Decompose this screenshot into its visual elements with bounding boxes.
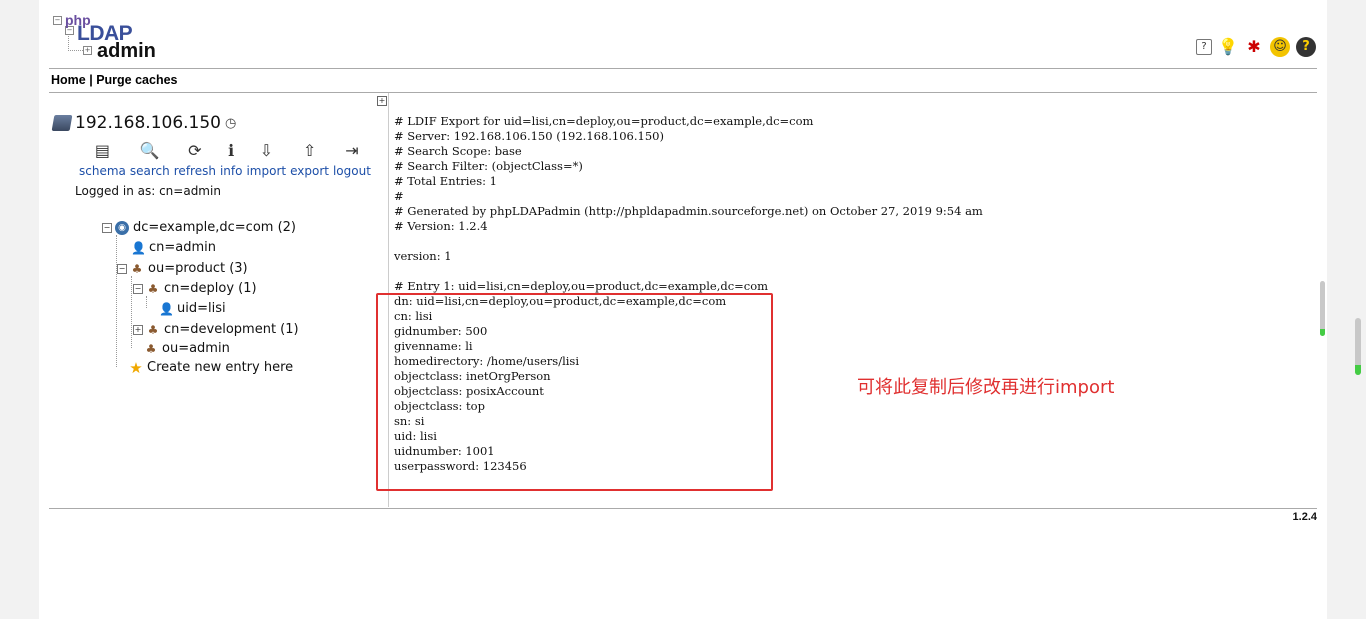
server-name[interactable]: 192.168.106.150: [75, 113, 221, 133]
highlight-box: [376, 293, 773, 491]
menu-separator: |: [89, 73, 93, 87]
tree-node-label: ou=product (3): [148, 261, 248, 276]
logout-button[interactable]: ⇥ logout: [333, 141, 371, 178]
logo-plus-icon: +: [83, 46, 92, 55]
ldif-line: # Search Filter: (objectClass=*): [394, 159, 583, 173]
smile-icon[interactable]: ☺: [1270, 37, 1290, 57]
tree-guide: [131, 276, 132, 348]
phpldapadmin-logo[interactable]: − − + php LDAP admin: [53, 12, 163, 62]
user-icon: 👤: [159, 301, 174, 316]
refresh-button[interactable]: ⟳ refresh: [174, 141, 216, 178]
refresh-label: refresh: [173, 164, 216, 178]
organizational-unit-icon: ♣: [131, 261, 143, 276]
tree-node-label: cn=deploy (1): [164, 281, 257, 296]
server-icon: [51, 115, 73, 131]
version-label: 1.2.4: [1292, 511, 1317, 523]
tree-node-ou-product[interactable]: − ♣ ou=product (3): [117, 261, 248, 276]
search-icon: 🔍: [139, 141, 160, 160]
ldif-line: # Server: 192.168.106.150 (192.168.106.1…: [394, 129, 664, 143]
ldif-line: #: [394, 189, 404, 203]
export-icon: ⇧: [302, 141, 317, 160]
help-icon[interactable]: ?: [1196, 39, 1212, 55]
logout-label: logout: [332, 164, 371, 178]
schema-icon: ▤: [94, 141, 110, 160]
import-label: import: [246, 164, 287, 178]
ldif-line: # Search Scope: base: [394, 144, 522, 158]
group-icon: ♣: [147, 322, 159, 337]
tree-node-uid-lisi[interactable]: 👤 uid=lisi: [159, 301, 226, 316]
search-button[interactable]: 🔍 search: [130, 141, 170, 178]
logo-minus-icon: −: [53, 16, 62, 25]
export-label: export: [290, 164, 329, 178]
ldif-line: # Total Entries: 1: [394, 174, 497, 188]
page: − − + php LDAP admin ? 💡 ✱ ☺ ? Home | Pu…: [39, 0, 1327, 619]
info-icon: ℹ: [228, 141, 235, 160]
info-button[interactable]: ℹ info: [220, 141, 243, 178]
ldif-line: # Generated by phpLDAPadmin (http://phpl…: [394, 204, 983, 218]
create-new-entry[interactable]: ★ Create new entry here: [129, 360, 293, 375]
tree-node-cn-development[interactable]: + ♣ cn=development (1): [133, 322, 299, 337]
tree-node-label: dc=example,dc=com (2): [133, 220, 296, 235]
collapse-icon[interactable]: −: [117, 263, 127, 274]
tree-node-label: uid=lisi: [177, 301, 226, 316]
export-button[interactable]: ⇧ export: [290, 141, 329, 178]
header-icons: ? 💡 ✱ ☺ ?: [1196, 37, 1316, 57]
clock-icon: ◷: [225, 115, 237, 131]
tree-node-label: cn=admin: [149, 240, 217, 255]
ldif-line: [394, 264, 983, 279]
server-header: 192.168.106.150 ◷: [51, 113, 237, 133]
admin-user-icon: 👤: [131, 240, 146, 255]
inner-scrollbar[interactable]: [1320, 281, 1325, 336]
collapse-icon[interactable]: −: [102, 222, 112, 233]
page-scrollbar[interactable]: [1355, 318, 1361, 375]
create-new-entry-label: Create new entry here: [147, 360, 294, 375]
schema-button[interactable]: ▤ schema: [79, 141, 126, 178]
ldif-line: [394, 234, 983, 249]
organizational-unit-icon: ♣: [145, 341, 157, 356]
info-label: info: [219, 164, 243, 178]
tree-guide: [116, 235, 117, 367]
tree-node-ou-admin[interactable]: ♣ ou=admin: [144, 341, 230, 356]
globe-icon: ◉: [115, 220, 129, 235]
purge-caches-link[interactable]: Purge caches: [96, 73, 177, 87]
expand-icon[interactable]: +: [133, 324, 143, 335]
annotation-note: 可将此复制后修改再进行import: [857, 377, 1115, 398]
tree-guide: [146, 296, 147, 308]
ldif-line: version: 1: [394, 249, 452, 263]
refresh-icon: ⟳: [188, 141, 202, 160]
logout-icon: ⇥: [345, 141, 359, 160]
tree-node-cn-deploy[interactable]: − ♣ cn=deploy (1): [133, 281, 257, 296]
bug-icon[interactable]: ✱: [1244, 37, 1264, 57]
header-divider: [49, 68, 1317, 69]
import-button[interactable]: ⇩ import: [246, 141, 286, 178]
schema-label: schema: [79, 164, 126, 178]
search-label: search: [129, 164, 170, 178]
server-toolbar: ▤ schema 🔍 search ⟳ refresh ℹ info ⇩ import ⇧ expor…: [79, 141, 375, 178]
bulb-icon[interactable]: 💡: [1218, 37, 1238, 57]
expand-panel-icon[interactable]: +: [377, 96, 387, 106]
question-icon[interactable]: ?: [1296, 37, 1316, 57]
tree-node-label: ou=admin: [162, 341, 230, 356]
logged-in-text: Logged in as: cn=admin: [75, 184, 221, 198]
ldif-line: # LDIF Export for uid=lisi,cn=deploy,ou=…: [394, 114, 814, 128]
group-icon: ♣: [147, 281, 159, 296]
tree-node-cn-admin[interactable]: 👤 cn=admin: [131, 240, 216, 255]
ldif-line: # Entry 1: uid=lisi,cn=deploy,ou=product…: [394, 279, 769, 293]
logo-admin-text: admin: [97, 40, 156, 62]
top-menu: Home | Purge caches: [51, 73, 178, 87]
collapse-icon[interactable]: −: [133, 283, 143, 294]
ldif-line: # Version: 1.2.4: [394, 219, 488, 233]
tree-node-label: cn=development (1): [164, 322, 299, 337]
home-link[interactable]: Home: [51, 73, 86, 87]
import-icon: ⇩: [259, 141, 273, 160]
footer-divider: [49, 508, 1317, 509]
tree-node-root[interactable]: − ◉ dc=example,dc=com (2): [102, 220, 296, 235]
star-icon: ★: [129, 358, 143, 377]
